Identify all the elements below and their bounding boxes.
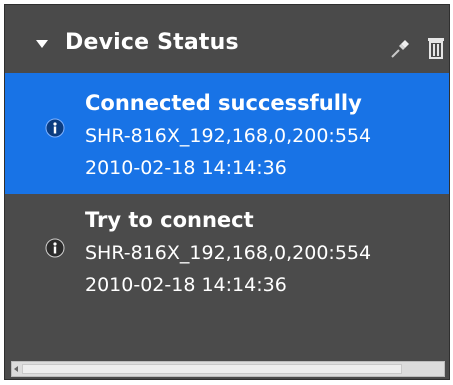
device-status-panel: Device Status Connected successfully SHR… — [4, 4, 450, 380]
device-text: SHR-816X_192,168,0,200:554 — [85, 242, 372, 264]
horizontal-scrollbar[interactable] — [11, 361, 445, 377]
status-text: Try to connect — [85, 208, 254, 232]
collapse-arrow-icon[interactable] — [36, 40, 48, 48]
list-item[interactable]: Connected successfully SHR-816X_192,168,… — [5, 73, 449, 194]
scroll-thumb[interactable] — [22, 364, 402, 374]
info-icon — [45, 238, 65, 258]
timestamp-text: 2010-02-18 14:14:36 — [85, 274, 287, 296]
scroll-left-arrow-icon[interactable] — [14, 366, 18, 372]
info-icon — [45, 118, 65, 138]
panel-title: Device Status — [65, 30, 239, 55]
status-list: Connected successfully SHR-816X_192,168,… — [5, 73, 449, 353]
pin-icon[interactable] — [389, 36, 413, 60]
list-item[interactable]: Try to connect SHR-816X_192,168,0,200:55… — [5, 196, 449, 306]
panel-header: Device Status — [5, 5, 449, 74]
timestamp-text: 2010-02-18 14:14:36 — [85, 157, 287, 179]
trash-icon[interactable] — [426, 36, 446, 60]
status-text: Connected successfully — [85, 91, 362, 115]
device-text: SHR-816X_192,168,0,200:554 — [85, 125, 372, 147]
